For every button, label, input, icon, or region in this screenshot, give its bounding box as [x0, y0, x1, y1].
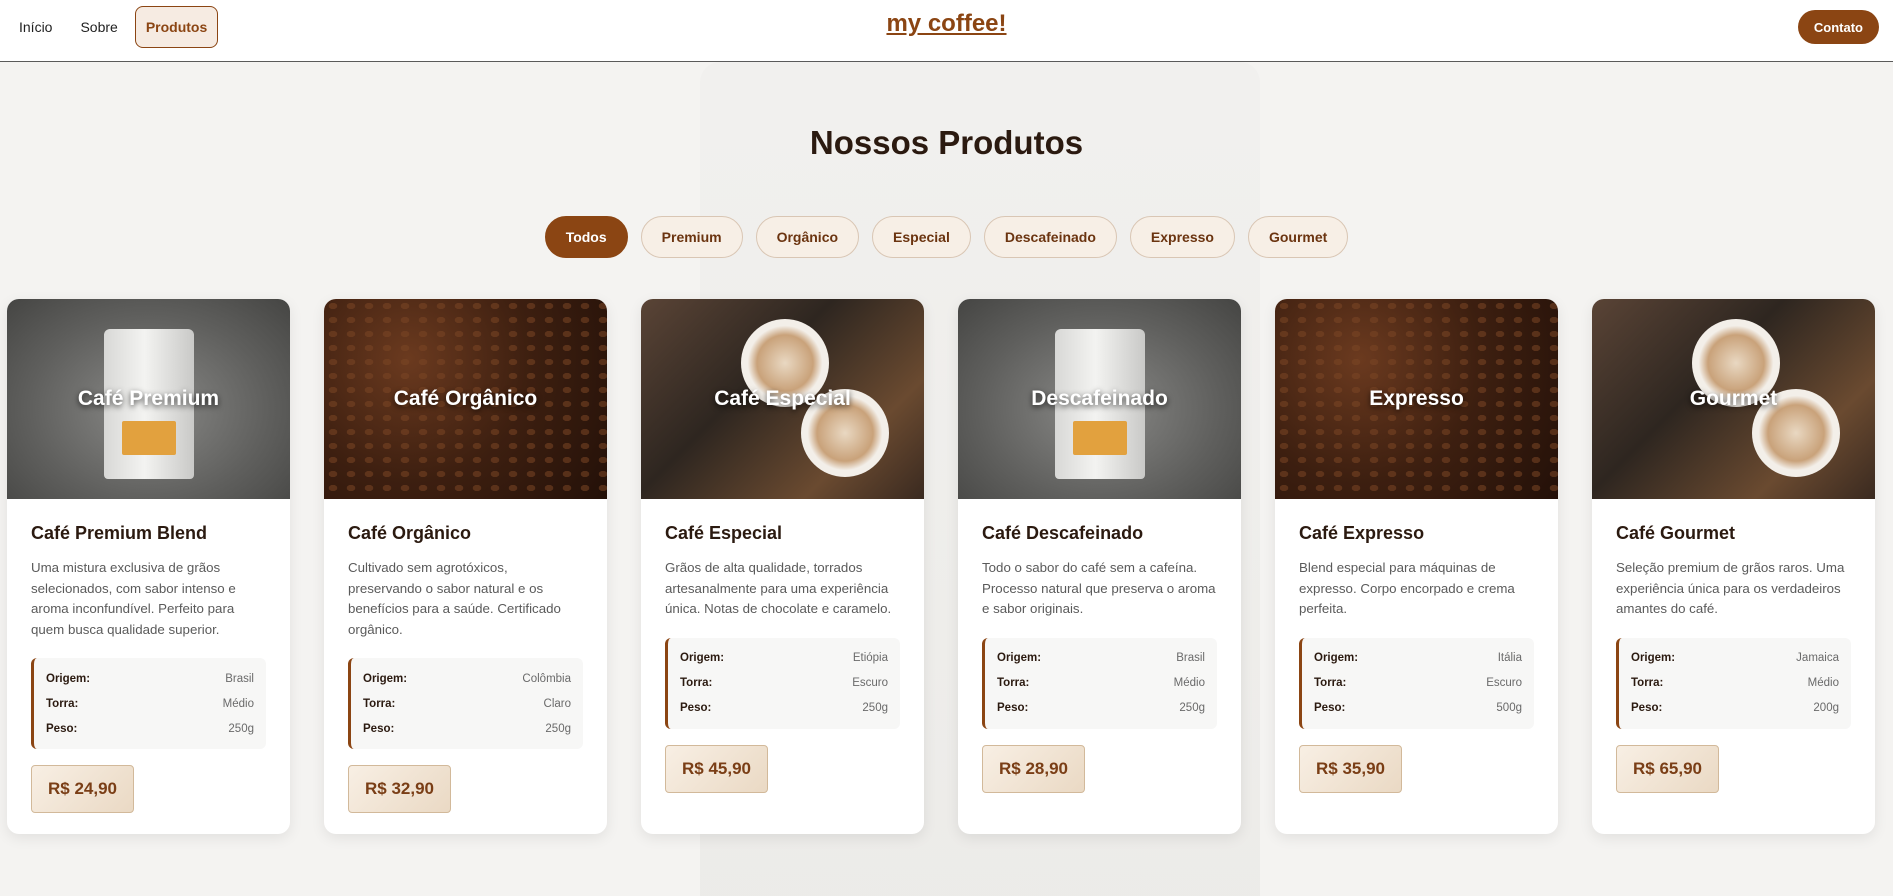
- product-specs: Origem: Brasil Torra: Médio Peso: 250g: [982, 637, 1217, 729]
- spec-label-roast: Torra:: [680, 677, 713, 689]
- product-card[interactable]: Café Orgânico Café Orgânico Cultivado se…: [324, 299, 607, 834]
- spec-label-origin: Origem:: [46, 672, 91, 685]
- spec-value-origin: Itália: [1497, 652, 1522, 664]
- product-image-title: Descafeinado: [1031, 387, 1168, 410]
- spec-label-weight: Peso:: [1631, 702, 1663, 714]
- product-specs: Origem: Itália Torra: Escuro Peso: 500g: [1299, 637, 1534, 729]
- spec-label-origin: Origem:: [363, 672, 408, 685]
- filter-gourmet[interactable]: Gourmet: [1247, 216, 1349, 258]
- spec-value-origin: Colômbia: [522, 672, 571, 685]
- filter-especial[interactable]: Especial: [872, 216, 971, 258]
- spec-value-weight: 250g: [862, 702, 888, 714]
- spec-label-roast: Torra:: [363, 697, 396, 710]
- product-title: Café Premium Blend: [31, 523, 208, 543]
- product-card[interactable]: Café Especial Café Especial Grãos de alt…: [641, 299, 924, 834]
- spec-label-origin: Origem:: [997, 652, 1042, 664]
- spec-value-weight: 250g: [545, 722, 571, 735]
- product-card[interactable]: Café Premium Café Premium Blend Uma mist…: [7, 299, 290, 834]
- product-price: R$ 28,90: [982, 744, 1085, 793]
- spec-value-roast: Claro: [543, 697, 571, 710]
- site-header: Início Sobre Produtos my coffee! Contato: [0, 0, 1893, 62]
- spec-value-weight: 250g: [1179, 702, 1205, 714]
- spec-value-origin: Etiópia: [852, 652, 888, 664]
- spec-label-origin: Origem:: [1631, 652, 1676, 664]
- spec-value-origin: Brasil: [1176, 652, 1205, 664]
- filter-expresso[interactable]: Expresso: [1129, 216, 1235, 258]
- product-image: Expresso: [1275, 299, 1558, 499]
- product-specs: Origem: Colômbia Torra: Claro Peso: 250g: [348, 658, 583, 749]
- product-card[interactable]: Descafeinado Café Descafeinado Todo o sa…: [958, 299, 1241, 834]
- product-image-title: Gourmet: [1689, 387, 1778, 410]
- product-image-title: Café Especial: [714, 387, 851, 410]
- spec-label-origin: Origem:: [1314, 652, 1359, 664]
- product-description: Todo o sabor do café sem a cafeína. Proc…: [982, 560, 1216, 616]
- product-description: Uma mistura exclusiva de grãos seleciona…: [31, 560, 236, 637]
- product-card[interactable]: Gourmet Café Gourmet Seleção premium de …: [1592, 299, 1875, 834]
- spec-value-weight: 500g: [1496, 702, 1522, 714]
- product-specs: Origem: Etiópia Torra: Escuro Peso: 250g: [665, 637, 900, 729]
- page-title: Nossos Produtos: [809, 124, 1084, 161]
- contact-button[interactable]: Contato: [1797, 10, 1879, 44]
- product-specs: Origem: Jamaica Torra: Médio Peso: 200g: [1616, 637, 1851, 729]
- product-title: Café Expresso: [1299, 523, 1425, 543]
- product-image-title: Expresso: [1369, 387, 1464, 410]
- spec-value-roast: Médio: [1807, 677, 1839, 689]
- product-description: Blend especial para máquinas de expresso…: [1299, 560, 1515, 616]
- product-price: R$ 45,90: [665, 744, 768, 793]
- spec-value-origin: Brasil: [225, 672, 254, 685]
- spec-value-origin: Jamaica: [1796, 652, 1839, 664]
- spec-value-weight: 200g: [1813, 702, 1839, 714]
- spec-value-roast: Médio: [222, 697, 254, 710]
- product-description: Grãos de alta qualidade, torrados artesa…: [665, 560, 892, 616]
- filter-descafeinado[interactable]: Descafeinado: [983, 216, 1117, 258]
- product-price: R$ 32,90: [348, 765, 451, 813]
- category-filters: Todos Premium Orgânico Especial Descafei…: [0, 216, 1893, 258]
- filter-organico[interactable]: Orgânico: [755, 216, 860, 258]
- filter-premium[interactable]: Premium: [640, 216, 743, 258]
- product-image: Descafeinado: [958, 299, 1241, 499]
- spec-value-roast: Escuro: [852, 677, 888, 689]
- product-price: R$ 24,90: [31, 765, 134, 813]
- product-grid: Café Premium Café Premium Blend Uma mist…: [7, 299, 1875, 834]
- product-title: Café Descafeinado: [982, 523, 1144, 543]
- product-card[interactable]: Expresso Café Expresso Blend especial pa…: [1275, 299, 1558, 834]
- product-price: R$ 35,90: [1299, 744, 1402, 793]
- spec-label-weight: Peso:: [1314, 702, 1346, 714]
- product-image: Café Premium: [7, 299, 290, 499]
- product-specs: Origem: Brasil Torra: Médio Peso: 250g: [31, 658, 266, 749]
- spec-label-roast: Torra:: [1314, 677, 1347, 689]
- spec-label-origin: Origem:: [680, 652, 725, 664]
- product-image: Café Orgânico: [324, 299, 607, 499]
- spec-value-roast: Médio: [1173, 677, 1205, 689]
- spec-label-roast: Torra:: [1631, 677, 1664, 689]
- product-image: Gourmet: [1592, 299, 1875, 499]
- product-image-title: Café Orgânico: [393, 387, 538, 410]
- product-image-title: Café Premium: [77, 387, 220, 410]
- product-image: Café Especial: [641, 299, 924, 499]
- spec-label-weight: Peso:: [46, 722, 78, 735]
- filter-todos[interactable]: Todos: [544, 216, 628, 258]
- product-title: Café Especial: [665, 523, 783, 543]
- product-description: Seleção premium de grãos raros. Uma expe…: [1616, 560, 1845, 616]
- spec-label-roast: Torra:: [997, 677, 1030, 689]
- product-price: R$ 65,90: [1616, 744, 1719, 793]
- product-title: Café Orgânico: [348, 523, 472, 543]
- spec-value-roast: Escuro: [1486, 677, 1522, 689]
- spec-value-weight: 250g: [228, 722, 254, 735]
- spec-label-roast: Torra:: [46, 697, 79, 710]
- brand-logo-link[interactable]: my coffee!: [0, 10, 1893, 38]
- product-title: Café Gourmet: [1616, 523, 1736, 543]
- spec-label-weight: Peso:: [363, 722, 395, 735]
- spec-label-weight: Peso:: [680, 702, 712, 714]
- spec-label-weight: Peso:: [997, 702, 1029, 714]
- product-description: Cultivado sem agrotóxicos, preservando o…: [348, 560, 561, 637]
